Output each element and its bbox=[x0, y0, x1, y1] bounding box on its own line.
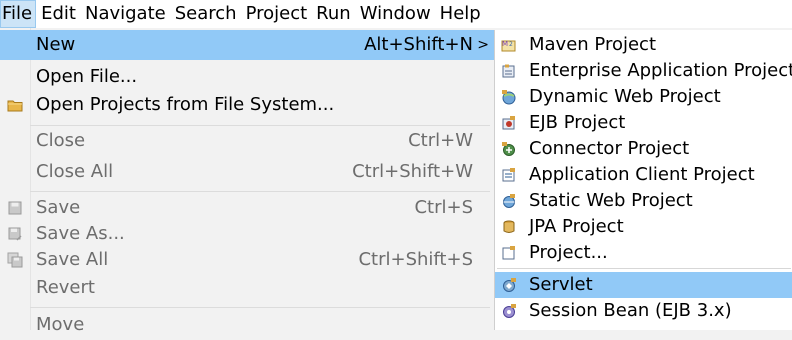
servlet-icon bbox=[503, 278, 516, 292]
submenu-item-application-client-project[interactable]: Application Client Project bbox=[495, 162, 792, 188]
menu-item-label: Close bbox=[36, 130, 86, 151]
menu-run[interactable]: Run bbox=[316, 0, 355, 28]
submenu-item-label: EJB Project bbox=[529, 112, 626, 133]
save-all-icon bbox=[7, 252, 23, 268]
menu-item-open-file[interactable]: Open File... bbox=[0, 62, 494, 92]
menu-search[interactable]: Search bbox=[175, 0, 241, 28]
menu-file[interactable]: File bbox=[0, 0, 37, 28]
menu-help[interactable]: Help bbox=[440, 0, 485, 28]
submenu-item-static-web-project[interactable]: Static Web Project bbox=[495, 188, 792, 214]
submenu-item-label: Connector Project bbox=[529, 138, 690, 159]
menu-item-close-all[interactable]: Close All Ctrl+Shift+W bbox=[0, 157, 494, 187]
app-client-project-icon bbox=[502, 168, 515, 182]
submenu-item-enterprise-application-project[interactable]: Enterprise Application Project bbox=[495, 58, 792, 84]
svg-text:2: 2 bbox=[509, 41, 513, 48]
submenu-item-jpa-project[interactable]: JPA Project bbox=[495, 214, 792, 240]
menu-item-label: Close All bbox=[36, 161, 114, 182]
session-bean-icon bbox=[503, 304, 516, 318]
menu-window[interactable]: Window bbox=[360, 0, 435, 28]
menu-item-open-projects[interactable]: Open Projects from File System... bbox=[0, 90, 494, 120]
menu-item-label: New bbox=[36, 34, 76, 55]
static-web-project-icon bbox=[503, 194, 515, 208]
submenu-item-label: Session Bean (EJB 3.x) bbox=[529, 300, 732, 321]
submenu-item-dynamic-web-project[interactable]: Dynamic Web Project bbox=[495, 84, 792, 110]
new-submenu: M 2 Maven Project Enterprise Application… bbox=[494, 30, 792, 330]
file-menu-dropdown: New Alt+Shift+N > Open File... Open Proj… bbox=[0, 28, 494, 335]
submenu-item-label: Servlet bbox=[529, 274, 593, 295]
submenu-arrow-icon: > bbox=[477, 37, 489, 53]
submenu-item-label: Maven Project bbox=[529, 34, 657, 55]
submenu-item-label: Dynamic Web Project bbox=[529, 86, 721, 107]
save-icon bbox=[8, 201, 22, 215]
submenu-item-session-bean[interactable]: Session Bean (EJB 3.x) bbox=[495, 298, 792, 324]
submenu-item-connector-project[interactable]: Connector Project bbox=[495, 136, 792, 162]
menu-item-accelerator: Ctrl+W bbox=[408, 130, 473, 151]
menu-item-label: Move bbox=[36, 314, 85, 335]
menu-item-move[interactable]: Move bbox=[0, 310, 494, 340]
submenu-item-label: JPA Project bbox=[529, 216, 624, 237]
menu-item-revert[interactable]: Revert bbox=[0, 273, 494, 303]
menu-item-label: Open Projects from File System... bbox=[36, 94, 335, 115]
save-as-icon bbox=[8, 227, 22, 241]
menu-item-close[interactable]: Close Ctrl+W bbox=[0, 126, 494, 156]
dynamic-web-project-icon bbox=[502, 90, 516, 105]
menu-navigate[interactable]: Navigate bbox=[85, 0, 170, 28]
menu-item-label: Revert bbox=[36, 277, 95, 298]
submenu-item-ejb-project[interactable]: EJB Project bbox=[495, 110, 792, 136]
submenu-item-maven-project[interactable]: M 2 Maven Project bbox=[495, 32, 792, 58]
menu-item-label: Open File... bbox=[36, 66, 138, 87]
folder-icon bbox=[7, 100, 23, 112]
menu-edit[interactable]: Edit bbox=[41, 0, 80, 28]
project-icon bbox=[502, 246, 515, 260]
enterprise-project-icon bbox=[502, 64, 515, 78]
menu-item-accelerator: Ctrl+Shift+S bbox=[358, 249, 473, 270]
menu-item-new[interactable]: New Alt+Shift+N > bbox=[0, 30, 494, 60]
ejb-project-icon bbox=[502, 116, 515, 130]
svg-text:M: M bbox=[502, 40, 508, 48]
menu-item-accelerator: Alt+Shift+N bbox=[364, 34, 473, 55]
submenu-item-label: Application Client Project bbox=[529, 164, 755, 185]
submenu-item-label: Enterprise Application Project bbox=[529, 60, 792, 81]
submenu-item-label: Static Web Project bbox=[529, 190, 693, 211]
menu-project[interactable]: Project bbox=[246, 0, 312, 28]
maven-project-icon: M 2 bbox=[501, 40, 516, 52]
menu-item-save-all[interactable]: Save All Ctrl+Shift+S bbox=[0, 245, 494, 275]
submenu-item-label: Project... bbox=[529, 242, 608, 263]
menu-item-accelerator: Ctrl+Shift+W bbox=[352, 161, 473, 182]
submenu-separator bbox=[497, 268, 791, 269]
menu-item-label: Save All bbox=[36, 249, 109, 270]
menu-bar: File Edit Navigate Search Project Run Wi… bbox=[0, 0, 792, 28]
menu-separator bbox=[30, 307, 490, 308]
menu-separator bbox=[30, 191, 490, 192]
jpa-project-icon bbox=[503, 220, 515, 233]
submenu-item-servlet[interactable]: Servlet bbox=[495, 272, 792, 298]
submenu-item-project[interactable]: Project... bbox=[495, 240, 792, 266]
connector-project-icon bbox=[502, 142, 515, 156]
